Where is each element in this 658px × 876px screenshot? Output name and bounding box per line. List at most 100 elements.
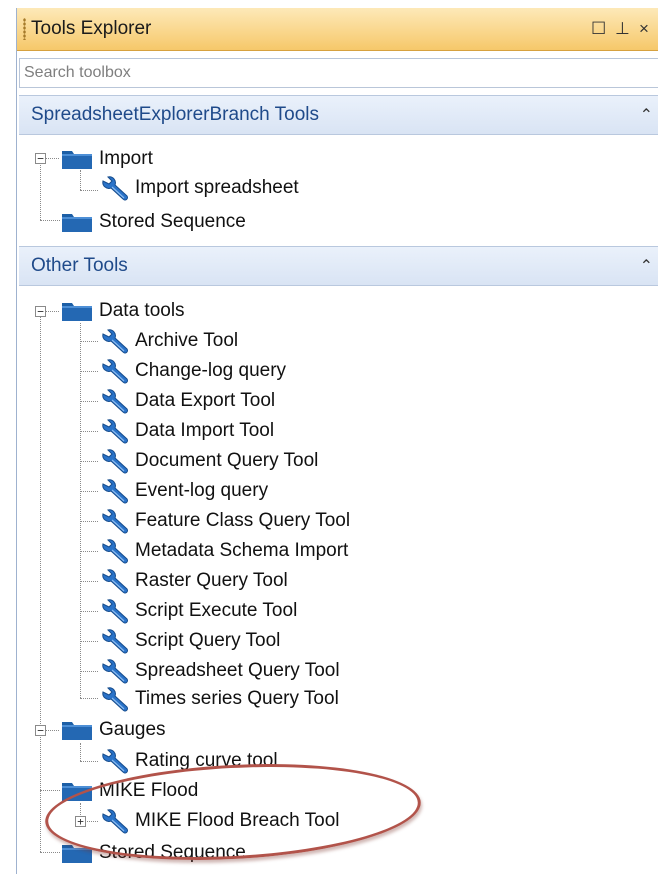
tree-line	[45, 158, 59, 159]
tree-item-times-series-query-tool[interactable]: Times series Query Tool	[99, 684, 339, 714]
tree-item-raster-query-tool[interactable]: Raster Query Tool	[99, 566, 288, 596]
tree-item-label: Stored Sequence	[99, 211, 246, 232]
tree-line	[40, 852, 60, 853]
tree-line	[80, 461, 98, 462]
search-toolbox-input[interactable]	[19, 58, 658, 88]
wrench-icon	[99, 686, 129, 712]
tree-item-document-query-tool[interactable]: Document Query Tool	[99, 446, 318, 476]
tree-item-feature-class-query-tool[interactable]: Feature Class Query Tool	[99, 506, 350, 536]
tree-item-import-spreadsheet[interactable]: Import spreadsheet	[99, 173, 299, 203]
folder-icon	[61, 148, 93, 170]
close-button[interactable]: ×	[639, 19, 649, 39]
section-header-other-tools[interactable]: Other Tools ⌃	[19, 246, 658, 286]
tree-item-label: Document Query Tool	[135, 450, 319, 471]
tree-item-label: Script Query Tool	[135, 630, 281, 651]
folder-icon	[61, 842, 93, 864]
title-bar: Tools Explorer ☐ ⊥ ×	[17, 8, 658, 51]
wrench-icon	[99, 808, 129, 834]
tree-line	[80, 581, 98, 582]
expand-toggle[interactable]: +	[75, 816, 86, 827]
wrench-icon	[99, 175, 129, 201]
tree-line	[40, 220, 60, 221]
wrench-icon	[99, 448, 129, 474]
tree-line	[80, 698, 98, 699]
wrench-icon	[99, 538, 129, 564]
wrench-icon	[99, 508, 129, 534]
wrench-icon	[99, 658, 129, 684]
tree-item-rating-curve-tool[interactable]: Rating curve tool	[99, 746, 278, 776]
tree-item-label: Times series Query Tool	[135, 688, 339, 709]
tree-item-data-import-tool[interactable]: Data Import Tool	[99, 416, 274, 446]
tree-line	[80, 761, 98, 762]
wrench-icon	[99, 568, 129, 594]
collapse-toggle[interactable]: −	[35, 153, 46, 164]
tree-item-label: Data Import Tool	[135, 420, 275, 441]
collapse-toggle[interactable]: −	[35, 306, 46, 317]
tools-explorer-panel: Tools Explorer ☐ ⊥ × SpreadsheetExplorer…	[16, 8, 658, 874]
tree-line	[87, 821, 98, 822]
folder-icon	[61, 211, 93, 233]
tree-item-archive-tool[interactable]: Archive Tool	[99, 326, 238, 356]
tree-item-label: Raster Query Tool	[135, 570, 288, 591]
tree-line	[80, 190, 98, 191]
tree-item-label: MIKE Flood	[99, 780, 199, 801]
drag-grip[interactable]	[23, 18, 26, 40]
tree-item-label: Feature Class Query Tool	[135, 510, 351, 531]
tree-item-label: Import	[99, 148, 153, 169]
tree-item-label: Spreadsheet Query Tool	[135, 660, 340, 681]
tree-line	[80, 341, 98, 342]
tree-item-script-query-tool[interactable]: Script Query Tool	[99, 626, 280, 656]
tree-line	[80, 641, 98, 642]
tree-folder-gauges[interactable]: Gauges	[61, 715, 166, 745]
tree-item-label: Archive Tool	[135, 330, 239, 351]
tree-line	[40, 790, 60, 791]
wrench-icon	[99, 478, 129, 504]
tree-item-label: Rating curve tool	[135, 750, 278, 771]
tree-item-event-log-query[interactable]: Event-log query	[99, 476, 268, 506]
wrench-icon	[99, 748, 129, 774]
tree-folder-stored-sequence[interactable]: Stored Sequence	[61, 838, 246, 868]
tree-item-spreadsheet-query-tool[interactable]: Spreadsheet Query Tool	[99, 656, 340, 686]
pin-button[interactable]: ⊥	[615, 19, 630, 39]
tree-line	[40, 311, 41, 852]
tree-line	[40, 158, 41, 220]
tree-line	[80, 431, 98, 432]
tree-item-label: Stored Sequence	[99, 842, 246, 863]
tree-folder-data-tools[interactable]: Data tools	[61, 296, 185, 326]
tree-item-label: Data Export Tool	[135, 390, 276, 411]
chevron-up-icon[interactable]: ⌃	[640, 105, 653, 125]
tree-item-label: Event-log query	[135, 480, 269, 501]
tree-item-data-export-tool[interactable]: Data Export Tool	[99, 386, 275, 416]
section-header-spreadsheet-explorer[interactable]: SpreadsheetExplorerBranch Tools ⌃	[19, 95, 658, 135]
folder-icon	[61, 719, 93, 741]
float-window-button[interactable]: ☐	[591, 19, 606, 39]
tree-item-label: Metadata Schema Import	[135, 540, 349, 561]
tree-item-label: MIKE Flood Breach Tool	[135, 810, 340, 831]
wrench-icon	[99, 628, 129, 654]
tree-item-change-log-query[interactable]: Change-log query	[99, 356, 286, 386]
tree-item-mike-flood-breach-tool[interactable]: MIKE Flood Breach Tool	[99, 806, 340, 836]
tree-line	[80, 401, 98, 402]
tree-folder-stored-sequence[interactable]: Stored Sequence	[61, 207, 246, 237]
tree-line	[45, 311, 59, 312]
tree-line	[80, 743, 81, 761]
collapse-toggle[interactable]: −	[35, 725, 46, 736]
tree-line	[45, 730, 59, 731]
tree-folder-mike-flood[interactable]: MIKE Flood	[61, 776, 198, 806]
tree-folder-import[interactable]: Import	[61, 144, 153, 174]
wrench-icon	[99, 328, 129, 354]
tree-line	[80, 611, 98, 612]
wrench-icon	[99, 418, 129, 444]
tree-item-script-execute-tool[interactable]: Script Execute Tool	[99, 596, 297, 626]
section-title: Other Tools	[31, 255, 128, 276]
chevron-up-icon[interactable]: ⌃	[640, 256, 653, 276]
tree-item-metadata-schema-import[interactable]: Metadata Schema Import	[99, 536, 348, 566]
tree-line	[80, 551, 98, 552]
tree-line	[80, 491, 98, 492]
tree-item-label: Script Execute Tool	[135, 600, 298, 621]
wrench-icon	[99, 388, 129, 414]
wrench-icon	[99, 598, 129, 624]
section-title: SpreadsheetExplorerBranch Tools	[31, 104, 319, 125]
tree-line	[80, 371, 98, 372]
folder-icon	[61, 780, 93, 802]
